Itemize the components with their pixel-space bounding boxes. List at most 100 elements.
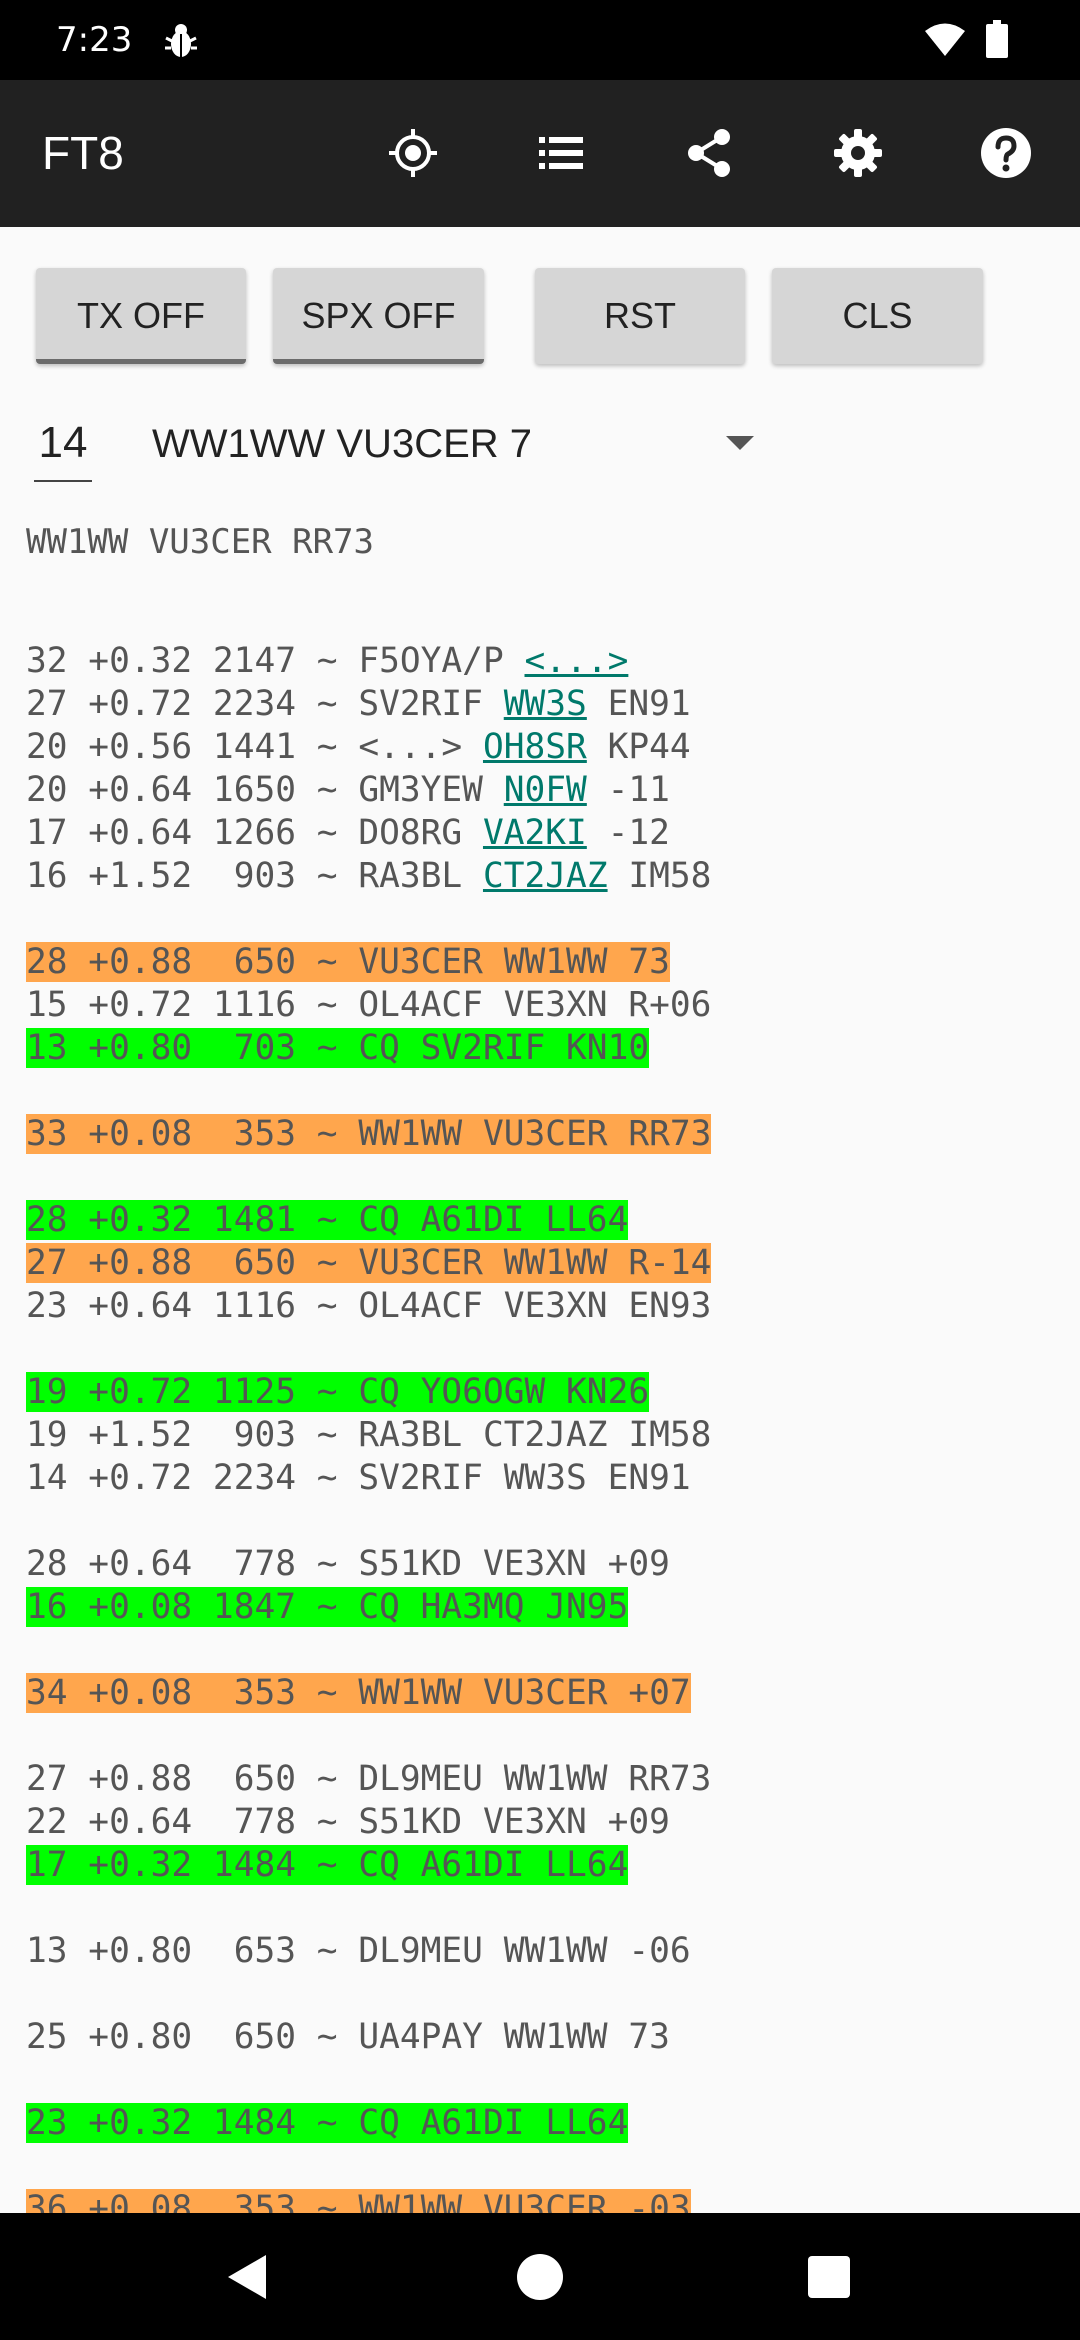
decode-log[interactable]: 32 +0.32 2147 ~ F5OYA/P <...> 27 +0.72 22… xyxy=(26,640,1056,2213)
log-line-suffix: IM58 xyxy=(607,856,712,896)
home-icon[interactable] xyxy=(517,2254,563,2300)
log-line-suffix: -11 xyxy=(586,770,670,810)
log-line-suffix: KP44 xyxy=(586,727,691,767)
log-line: 22 +0.64 778 ~ S51KD VE3XN +09 xyxy=(26,1801,1056,1844)
navigation-bar xyxy=(0,2213,1080,2340)
log-spacer xyxy=(26,1328,1056,1371)
help-icon xyxy=(981,128,1031,178)
location-icon xyxy=(389,129,437,177)
log-line: 17 +0.32 1484 ~ CQ A61DI LL64 xyxy=(26,1844,1056,1887)
log-line: 15 +0.72 1116 ~ OL4ACF VE3XN R+06 xyxy=(26,984,1056,1027)
log-line-text: 23 +0.64 1116 ~ OL4ACF VE3XN EN93 xyxy=(26,1286,712,1326)
log-line: 16 +1.52 903 ~ RA3BL CT2JAZ IM58 xyxy=(26,855,1056,898)
log-spacer xyxy=(26,1070,1056,1113)
app-toolbar: FT8 xyxy=(0,80,1080,227)
log-spacer xyxy=(26,1973,1056,2016)
log-line: 28 +0.64 778 ~ S51KD VE3XN +09 xyxy=(26,1543,1056,1586)
help-button[interactable] xyxy=(963,110,1049,196)
log-line: 19 +1.52 903 ~ RA3BL CT2JAZ IM58 xyxy=(26,1414,1056,1457)
back-icon[interactable] xyxy=(228,2255,266,2299)
log-line-text: 27 +0.88 650 ~ VU3CER WW1WW R-14 xyxy=(26,1243,712,1283)
list-icon xyxy=(539,137,583,169)
log-spacer xyxy=(26,2059,1056,2102)
app-title: FT8 xyxy=(42,127,124,179)
log-line-text: 20 +0.56 1441 ~ <...> xyxy=(26,727,483,767)
log-spacer xyxy=(26,1629,1056,1672)
log-line: 27 +0.72 2234 ~ SV2RIF WW3S EN91 xyxy=(26,683,1056,726)
message-number-field[interactable]: 14 xyxy=(34,412,92,482)
battery-icon xyxy=(986,20,1008,58)
recent-apps-icon[interactable] xyxy=(808,2256,850,2298)
log-line-text: 34 +0.08 353 ~ WW1WW VU3CER +07 xyxy=(26,1673,691,1713)
wifi-icon xyxy=(925,23,965,56)
log-line-text: 13 +0.80 653 ~ DL9MEU WW1WW -06 xyxy=(26,1931,691,1971)
log-line: 34 +0.08 353 ~ WW1WW VU3CER +07 xyxy=(26,1672,1056,1715)
log-spacer xyxy=(26,1715,1056,1758)
log-line-text: 27 +0.72 2234 ~ SV2RIF xyxy=(26,684,504,724)
bug-icon xyxy=(165,24,197,57)
spx-toggle-button[interactable]: SPX OFF xyxy=(273,268,484,364)
status-time: 7:23 xyxy=(56,20,133,60)
log-line-text: 25 +0.80 650 ~ UA4PAY WW1WW 73 xyxy=(26,2017,670,2057)
log-line: 13 +0.80 653 ~ DL9MEU WW1WW -06 xyxy=(26,1930,1056,1973)
status-bar: 7:23 xyxy=(0,0,1080,80)
log-line-text: 15 +0.72 1116 ~ OL4ACF VE3XN R+06 xyxy=(26,985,712,1025)
log-line: 20 +0.64 1650 ~ GM3YEW N0FW -11 xyxy=(26,769,1056,812)
log-line-text: 17 +0.32 1484 ~ CQ A61DI LL64 xyxy=(26,1845,629,1885)
callsign-link[interactable]: N0FW xyxy=(504,770,587,810)
rst-button[interactable]: RST xyxy=(535,268,745,364)
settings-icon xyxy=(834,129,882,177)
log-line-text: 17 +0.64 1266 ~ DO8RG xyxy=(26,813,483,853)
log-line-text: 28 +0.32 1481 ~ CQ A61DI LL64 xyxy=(26,1200,629,1240)
log-line-text: 20 +0.64 1650 ~ GM3YEW xyxy=(26,770,504,810)
log-line: 32 +0.32 2147 ~ F5OYA/P <...> xyxy=(26,640,1056,683)
dropdown-arrow-icon[interactable] xyxy=(726,436,754,450)
log-line: 28 +0.32 1481 ~ CQ A61DI LL64 xyxy=(26,1199,1056,1242)
log-line-suffix: -12 xyxy=(586,813,670,853)
log-line: 19 +0.72 1125 ~ CQ YO6OGW KN26 xyxy=(26,1371,1056,1414)
callsign-link[interactable]: CT2JAZ xyxy=(483,856,608,896)
log-line-text: 27 +0.88 650 ~ DL9MEU WW1WW RR73 xyxy=(26,1759,712,1799)
list-button[interactable] xyxy=(518,110,604,196)
log-spacer xyxy=(26,1500,1056,1543)
log-line-text: 23 +0.32 1484 ~ CQ A61DI LL64 xyxy=(26,2103,629,2143)
log-line-text: 33 +0.08 353 ~ WW1WW VU3CER RR73 xyxy=(26,1114,712,1154)
log-line: 14 +0.72 2234 ~ SV2RIF WW3S EN91 xyxy=(26,1457,1056,1500)
log-spacer xyxy=(26,2145,1056,2188)
log-line: 17 +0.64 1266 ~ DO8RG VA2KI -12 xyxy=(26,812,1056,855)
log-line: 33 +0.08 353 ~ WW1WW VU3CER RR73 xyxy=(26,1113,1056,1156)
callsign-link[interactable]: VA2KI xyxy=(483,813,587,853)
log-line-text: 22 +0.64 778 ~ S51KD VE3XN +09 xyxy=(26,1802,670,1842)
log-line: 27 +0.88 650 ~ DL9MEU WW1WW RR73 xyxy=(26,1758,1056,1801)
log-line-text: 13 +0.80 703 ~ CQ SV2RIF KN10 xyxy=(26,1028,650,1068)
log-line-text: 16 +1.52 903 ~ RA3BL xyxy=(26,856,483,896)
cls-button[interactable]: CLS xyxy=(772,268,983,364)
log-line: 27 +0.88 650 ~ VU3CER WW1WW R-14 xyxy=(26,1242,1056,1285)
location-button[interactable] xyxy=(370,110,456,196)
log-line-text: 19 +0.72 1125 ~ CQ YO6OGW KN26 xyxy=(26,1372,650,1412)
callsign-link[interactable]: WW3S xyxy=(504,684,587,724)
log-spacer xyxy=(26,898,1056,941)
log-line: 23 +0.32 1484 ~ CQ A61DI LL64 xyxy=(26,2102,1056,2145)
log-line-text: 14 +0.72 2234 ~ SV2RIF WW3S EN91 xyxy=(26,1458,691,1498)
log-spacer xyxy=(26,1887,1056,1930)
log-line-suffix: EN91 xyxy=(586,684,691,724)
log-line-text: 36 +0.08 353 ~ WW1WW VU3CER -03 xyxy=(26,2189,691,2213)
log-line: 25 +0.80 650 ~ UA4PAY WW1WW 73 xyxy=(26,2016,1056,2059)
callsign-link[interactable]: <...> xyxy=(525,641,629,681)
tx-toggle-button[interactable]: TX OFF xyxy=(36,268,246,364)
log-line: 23 +0.64 1116 ~ OL4ACF VE3XN EN93 xyxy=(26,1285,1056,1328)
log-line-text: 19 +1.52 903 ~ RA3BL CT2JAZ IM58 xyxy=(26,1415,712,1455)
callsign-link[interactable]: OH8SR xyxy=(483,727,587,767)
log-line-text: 28 +0.88 650 ~ VU3CER WW1WW 73 xyxy=(26,942,670,982)
share-icon xyxy=(688,129,730,177)
log-line: 28 +0.88 650 ~ VU3CER WW1WW 73 xyxy=(26,941,1056,984)
message-select[interactable]: WW1WW VU3CER 7 xyxy=(152,412,762,482)
share-button[interactable] xyxy=(667,110,753,196)
log-line: 13 +0.80 703 ~ CQ SV2RIF KN10 xyxy=(26,1027,1056,1070)
log-line: 16 +0.08 1847 ~ CQ HA3MQ JN95 xyxy=(26,1586,1056,1629)
tx-message: WW1WW VU3CER RR73 xyxy=(26,522,374,562)
settings-button[interactable] xyxy=(815,110,901,196)
log-line: 36 +0.08 353 ~ WW1WW VU3CER -03 xyxy=(26,2188,1056,2213)
log-line-text: 32 +0.32 2147 ~ F5OYA/P xyxy=(26,641,525,681)
